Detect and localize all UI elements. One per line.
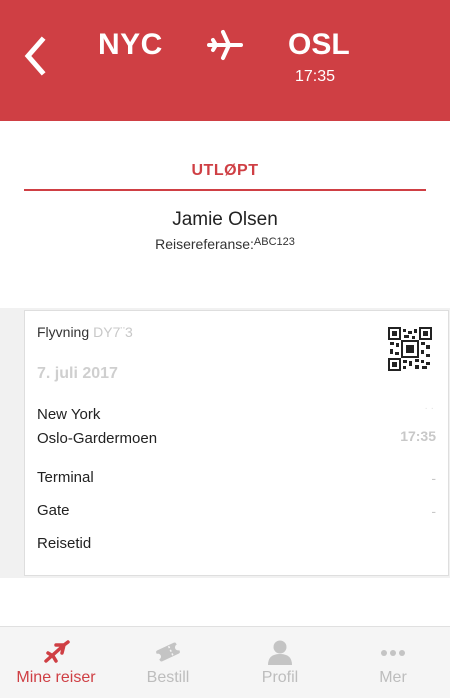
tab-label: Bestill — [146, 669, 190, 686]
tab-label: Profil — [261, 669, 299, 686]
flight-number: DY7¨3 — [93, 324, 133, 340]
airplane-icon — [44, 640, 70, 663]
tab-bestill[interactable]: Bestill — [112, 627, 224, 698]
terminal-value: - — [431, 470, 436, 486]
passenger-name: Jamie Olsen — [172, 209, 278, 230]
user-icon — [268, 640, 292, 665]
tab-mine-reiser[interactable]: Mine reiser — [0, 627, 112, 698]
gate-label: Gate — [37, 502, 70, 519]
status-divider — [24, 189, 426, 191]
tab-label: Mer — [379, 669, 407, 686]
booking-status: UTLØPT — [191, 162, 259, 179]
reference-label: Reisereferanse: — [155, 236, 254, 252]
qr-code-icon[interactable] — [388, 327, 432, 371]
arrival-time-card: 17:35 — [400, 428, 436, 444]
arrival-city: Oslo-Gardermoen — [37, 430, 158, 447]
departure-city: New York — [37, 406, 101, 423]
tab-profil[interactable]: Profil — [224, 627, 336, 698]
departure-time: · · — [424, 403, 434, 414]
travel-time-label: Reisetid — [37, 535, 92, 552]
booking-reference: Reisereferanse:ABC123 — [0, 236, 450, 252]
origin-code: NYC — [98, 28, 163, 61]
flight-label-text: Flyvning — [37, 324, 90, 340]
destination-code: OSL — [288, 28, 350, 61]
gate-value: - — [431, 503, 436, 519]
ticket-icon — [155, 642, 181, 662]
tab-label: Mine reiser — [16, 669, 96, 686]
back-button[interactable] — [18, 34, 54, 78]
terminal-label: Terminal — [37, 469, 94, 486]
reference-code: ABC123 — [253, 236, 295, 248]
airplane-icon — [207, 30, 243, 60]
bottom-tab-bar: Mine reiser Bestill Profil Mer — [0, 626, 450, 698]
app-header: NYC OSL 17:35 — [0, 0, 450, 121]
more-dots-icon — [381, 650, 405, 656]
flight-date: 7. juli 2017 — [37, 365, 118, 382]
arrival-time: 17:35 — [295, 68, 336, 85]
tab-mer[interactable]: Mer — [337, 627, 449, 698]
flight-card[interactable]: Flyvning DY7¨3 7. juli 2017 New York · · … — [24, 310, 449, 576]
chevron-left-icon — [24, 36, 46, 76]
flight-label: Flyvning DY7¨3 — [37, 324, 133, 340]
